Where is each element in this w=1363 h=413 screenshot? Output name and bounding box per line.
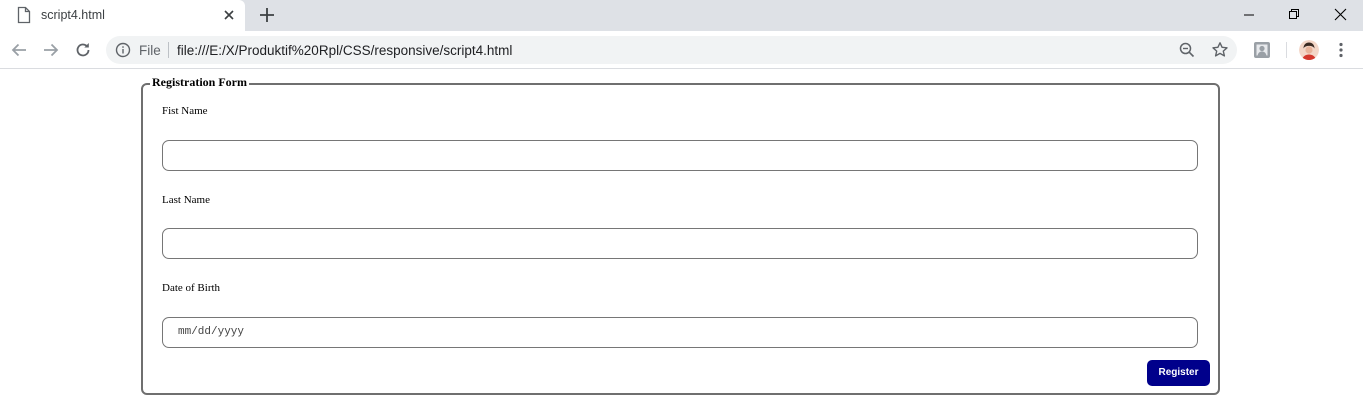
date-of-birth-label: Date of Birth: [162, 282, 221, 294]
close-icon: [1334, 8, 1347, 21]
url-text[interactable]: file:///E:/X/Produktif%20Rpl/CSS/respons…: [177, 43, 512, 58]
first-name-label: Fist Name: [162, 105, 208, 117]
date-of-birth-input[interactable]: mm/dd/yyyy: [162, 317, 1198, 348]
first-name-input[interactable]: [162, 140, 1198, 171]
browser-tab[interactable]: script4.html: [0, 0, 245, 31]
plus-icon[interactable]: [257, 5, 277, 25]
reload-icon[interactable]: [73, 40, 93, 60]
tab-title: script4.html: [41, 8, 105, 22]
last-name-input[interactable]: [162, 228, 1198, 259]
minimize-icon: [1244, 14, 1254, 16]
date-placeholder: mm/dd/yyyy: [178, 326, 245, 338]
last-name-label: Last Name: [162, 194, 210, 206]
page-icon: [17, 6, 31, 24]
restore-button[interactable]: [1271, 0, 1317, 31]
back-arrow-icon[interactable]: [9, 40, 29, 60]
kebab-menu-icon[interactable]: [1333, 41, 1349, 59]
scheme-label: File: [139, 43, 161, 58]
zoom-out-icon[interactable]: [1179, 42, 1195, 58]
close-window-button[interactable]: [1317, 0, 1363, 31]
extension-icon[interactable]: [1253, 41, 1271, 59]
toolbar-separator: [1286, 42, 1287, 58]
address-separator: [168, 42, 169, 58]
forward-arrow-icon[interactable]: [41, 40, 61, 60]
avatar[interactable]: [1299, 40, 1319, 60]
minimize-button[interactable]: [1226, 0, 1272, 31]
star-icon[interactable]: [1211, 41, 1229, 59]
info-icon[interactable]: [115, 42, 131, 58]
register-button[interactable]: Register: [1147, 360, 1210, 386]
form-legend: Registration Form: [150, 75, 249, 90]
tab-strip: script4.html: [0, 0, 1363, 31]
address-bar[interactable]: File file:///E:/X/Produktif%20Rpl/CSS/re…: [106, 36, 1237, 64]
browser-toolbar: File file:///E:/X/Produktif%20Rpl/CSS/re…: [0, 31, 1363, 69]
restore-icon: [1289, 9, 1299, 19]
close-icon[interactable]: [221, 7, 237, 23]
